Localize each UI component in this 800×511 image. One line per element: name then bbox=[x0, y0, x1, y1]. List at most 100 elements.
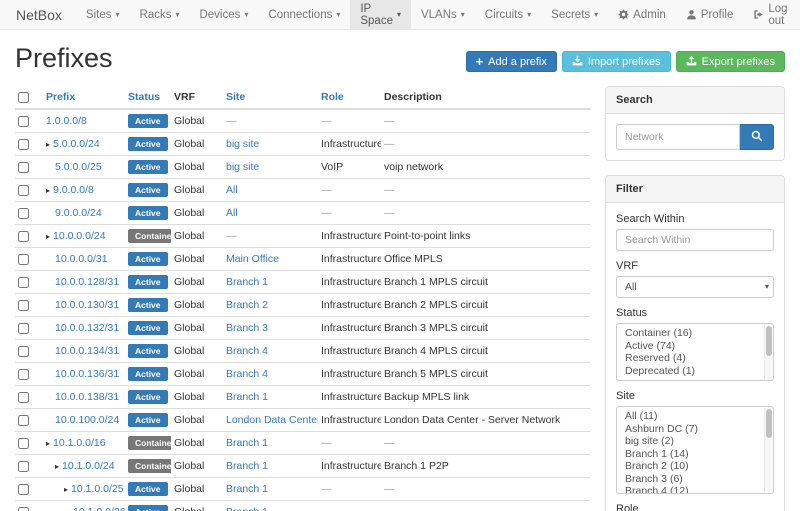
row-checkbox[interactable] bbox=[18, 323, 29, 334]
search-button[interactable] bbox=[740, 124, 774, 150]
nav-item-circuits[interactable]: Circuits▾ bbox=[475, 0, 541, 29]
row-checkbox[interactable] bbox=[18, 162, 29, 173]
listbox-option[interactable]: Ashburn DC (7) bbox=[617, 423, 763, 436]
listbox-option[interactable]: Branch 3 (6) bbox=[617, 473, 763, 486]
prefix-link[interactable]: 1.0.0.0/8 bbox=[46, 115, 87, 127]
admin-link[interactable]: Admin bbox=[608, 0, 676, 29]
select-all-checkbox[interactable] bbox=[18, 92, 29, 103]
row-checkbox[interactable] bbox=[18, 484, 29, 495]
row-checkbox[interactable] bbox=[18, 461, 29, 472]
prefix-link[interactable]: 10.0.0.134/31 bbox=[55, 345, 119, 357]
prefix-link[interactable]: 10.0.0.128/31 bbox=[55, 276, 119, 288]
column-header-role[interactable]: Role bbox=[318, 86, 381, 109]
prefix-link[interactable]: 9.0.0.0/8 bbox=[53, 184, 94, 196]
listbox-option[interactable]: Active (74) bbox=[617, 340, 763, 353]
listbox-option[interactable]: All (11) bbox=[617, 410, 763, 423]
prefix-link[interactable]: 10.0.0.130/31 bbox=[55, 299, 119, 311]
prefix-link[interactable]: 5.0.0.0/24 bbox=[53, 138, 100, 150]
row-checkbox[interactable] bbox=[18, 185, 29, 196]
column-header-prefix[interactable]: Prefix bbox=[43, 86, 125, 109]
column-header-site[interactable]: Site bbox=[223, 86, 318, 109]
table-row: 10.0.100.0/24 Active Global London Data … bbox=[15, 409, 590, 432]
row-checkbox[interactable] bbox=[18, 254, 29, 265]
nav-item-connections[interactable]: Connections▾ bbox=[258, 0, 350, 29]
prefix-link[interactable]: 10.0.0.0/31 bbox=[55, 253, 108, 265]
site-link[interactable]: Branch 3 bbox=[226, 322, 268, 334]
status-badge: Active bbox=[128, 206, 168, 220]
prefix-link[interactable]: 10.1.0.0/26 bbox=[73, 506, 125, 511]
prefix-link[interactable]: 10.0.0.138/31 bbox=[55, 391, 119, 403]
nav-item-secrets[interactable]: Secrets▾ bbox=[541, 0, 608, 29]
nav-item-racks[interactable]: Racks▾ bbox=[130, 0, 190, 29]
log-out-link[interactable]: Log out bbox=[743, 0, 797, 29]
listbox-option[interactable]: Branch 1 (14) bbox=[617, 448, 763, 461]
prefix-link[interactable]: 10.0.0.136/31 bbox=[55, 368, 119, 380]
status-badge: Active bbox=[128, 275, 168, 289]
row-checkbox[interactable] bbox=[18, 346, 29, 357]
prefix-link[interactable]: 10.0.100.0/24 bbox=[55, 414, 119, 426]
prefix-link[interactable]: 10.1.0.0/25 bbox=[71, 483, 124, 495]
listbox-option[interactable]: Deprecated (1) bbox=[617, 365, 763, 378]
site-link[interactable]: Branch 1 bbox=[226, 506, 268, 511]
site-link[interactable]: Branch 1 bbox=[226, 391, 268, 403]
prefix-link[interactable]: 9.0.0.0/24 bbox=[55, 207, 102, 219]
site-link[interactable]: All bbox=[226, 207, 238, 219]
scrollbar-thumb[interactable] bbox=[766, 326, 772, 356]
export-prefixes-button[interactable]: Export prefixes bbox=[676, 51, 785, 72]
search-input[interactable] bbox=[616, 124, 740, 150]
site-link[interactable]: Branch 4 bbox=[226, 345, 268, 357]
scrollbar-thumb[interactable] bbox=[766, 409, 772, 438]
site-link[interactable]: Branch 4 bbox=[226, 368, 268, 380]
row-checkbox[interactable] bbox=[18, 139, 29, 150]
nav-item-ip-space[interactable]: IP Space▾ bbox=[350, 0, 411, 29]
site-link[interactable]: Main Office bbox=[226, 253, 279, 265]
row-checkbox[interactable] bbox=[18, 116, 29, 127]
search-within-input[interactable] bbox=[616, 229, 774, 251]
site-link[interactable]: Branch 1 bbox=[226, 483, 268, 495]
status-filter-listbox[interactable]: Container (16)Active (74)Reserved (4)Dep… bbox=[616, 323, 774, 381]
profile-link[interactable]: Profile bbox=[676, 0, 744, 29]
row-checkbox[interactable] bbox=[18, 208, 29, 219]
role-cell: Infrastructure bbox=[318, 363, 381, 386]
listbox-option[interactable]: Branch 2 (10) bbox=[617, 460, 763, 473]
site-link[interactable]: Branch 2 bbox=[226, 299, 268, 311]
row-checkbox[interactable] bbox=[18, 507, 29, 511]
brand-logo[interactable]: NetBox bbox=[0, 0, 76, 29]
column-header-status[interactable]: Status bbox=[125, 86, 171, 109]
row-checkbox[interactable] bbox=[18, 277, 29, 288]
prefix-link[interactable]: 10.1.0.0/24 bbox=[62, 460, 115, 472]
row-checkbox[interactable] bbox=[18, 231, 29, 242]
row-checkbox[interactable] bbox=[18, 392, 29, 403]
description-cell: — bbox=[381, 133, 590, 156]
site-link[interactable]: Branch 1 bbox=[226, 276, 268, 288]
row-checkbox[interactable] bbox=[18, 415, 29, 426]
import-prefixes-button[interactable]: Import prefixes bbox=[562, 51, 671, 72]
nav-item-sites[interactable]: Sites▾ bbox=[76, 0, 130, 29]
nav-item-devices[interactable]: Devices▾ bbox=[189, 0, 258, 29]
prefix-link[interactable]: 5.0.0.0/25 bbox=[55, 161, 102, 173]
role-cell: Infrastructure bbox=[318, 271, 381, 294]
table-row: ▸10.1.0.0/16 Container Global Branch 1 —… bbox=[15, 432, 590, 455]
listbox-option[interactable]: big site (2) bbox=[617, 435, 763, 448]
prefix-link[interactable]: 10.0.0.132/31 bbox=[55, 322, 119, 334]
site-link[interactable]: big site bbox=[226, 138, 259, 150]
site-link[interactable]: All bbox=[226, 184, 238, 196]
row-checkbox[interactable] bbox=[18, 300, 29, 311]
vrf-select[interactable]: All ▾ bbox=[616, 276, 774, 298]
row-checkbox[interactable] bbox=[18, 438, 29, 449]
add-prefix-button[interactable]: + Add a prefix bbox=[466, 51, 557, 72]
vrf-cell: Global bbox=[171, 340, 223, 363]
listbox-option[interactable]: Container (16) bbox=[617, 327, 763, 340]
site-link[interactable]: London Data Center bbox=[226, 414, 318, 426]
site-filter-listbox[interactable]: All (11)Ashburn DC (7)big site (2)Branch… bbox=[616, 406, 774, 494]
site-link[interactable]: Branch 1 bbox=[226, 460, 268, 472]
listbox-option[interactable]: Reserved (4) bbox=[617, 352, 763, 365]
nav-item-vlans[interactable]: VLANs▾ bbox=[411, 0, 475, 29]
prefix-link[interactable]: 10.1.0.0/16 bbox=[53, 437, 106, 449]
prefix-link[interactable]: 10.0.0.0/24 bbox=[53, 230, 106, 242]
vrf-select-value: All bbox=[625, 281, 637, 293]
row-checkbox[interactable] bbox=[18, 369, 29, 380]
site-link[interactable]: Branch 1 bbox=[226, 437, 268, 449]
listbox-option[interactable]: Branch 4 (12) bbox=[617, 485, 763, 494]
site-link[interactable]: big site bbox=[226, 161, 259, 173]
